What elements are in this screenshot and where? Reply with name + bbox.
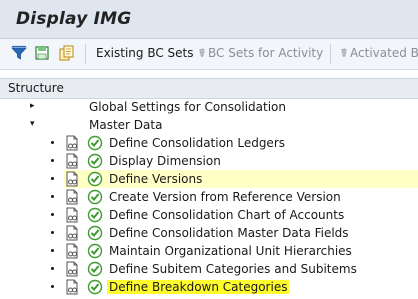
tree-activity-display-dimension[interactable]: Display Dimension	[0, 152, 418, 170]
execute-icon[interactable]	[87, 225, 103, 241]
tree-activity-org-unit-hierarchies[interactable]: Maintain Organizational Unit Hierarchies	[0, 242, 418, 260]
execute-icon[interactable]	[87, 207, 103, 223]
tree-activity-label: Define Consolidation Chart of Accounts	[109, 208, 345, 222]
title-bar: Display IMG	[0, 0, 418, 39]
execute-icon[interactable]	[87, 261, 103, 277]
structure-column-header: Structure	[0, 78, 418, 99]
tree-activity-label: Define Versions	[109, 172, 203, 186]
spacer	[0, 70, 418, 78]
existing-bc-sets-button[interactable]: Existing BC Sets	[96, 46, 194, 60]
filter-icon[interactable]	[11, 45, 27, 61]
documentation-icon[interactable]	[64, 279, 80, 295]
tree-activity-label: Maintain Organizational Unit Hierarchies	[109, 244, 352, 258]
tree-activity-create-version[interactable]: Create Version from Reference Version	[0, 188, 418, 206]
tree-bullet	[51, 159, 54, 162]
tree-bullet	[51, 231, 54, 234]
tree-activity-label: Display Dimension	[109, 154, 221, 168]
toolbar-separator	[330, 44, 331, 64]
structure-header-label: Structure	[8, 81, 64, 95]
tree-activity-chart-of-accounts[interactable]: Define Consolidation Chart of Accounts	[0, 206, 418, 224]
documentation-icon[interactable]	[64, 189, 80, 205]
documentation-icon[interactable]	[64, 261, 80, 277]
tree-bullet	[51, 177, 54, 180]
activated-bc-sets-label: Activated B	[350, 46, 418, 60]
bc-sets-for-activity-label: BC Sets for Activity	[208, 46, 324, 60]
save-variant-icon[interactable]	[34, 45, 50, 61]
execute-icon[interactable]	[87, 171, 103, 187]
tree-node-master-data[interactable]: ▾ Master Data	[0, 116, 418, 134]
activated-bc-sets-button[interactable]: ☤ Activated B	[340, 46, 418, 60]
toolbar-separator	[85, 44, 86, 64]
tree-bullet	[51, 195, 54, 198]
execute-icon[interactable]	[87, 243, 103, 259]
execute-icon[interactable]	[87, 189, 103, 205]
tree-bullet	[51, 285, 54, 288]
documentation-icon[interactable]	[64, 171, 80, 187]
tree-node-label: Master Data	[89, 118, 163, 132]
tree-activity-define-versions[interactable]: Define Versions	[0, 170, 418, 188]
execute-icon[interactable]	[87, 135, 103, 151]
tree-bullet	[51, 141, 54, 144]
execute-icon[interactable]	[87, 153, 103, 169]
application-toolbar: Existing BC Sets ☤ BC Sets for Activity ☤…	[0, 39, 418, 70]
tree-activity-master-data-fields[interactable]: Define Consolidation Master Data Fields	[0, 224, 418, 242]
expand-icon[interactable]: ▸	[30, 101, 35, 111]
existing-bc-sets-label: Existing BC Sets	[96, 46, 194, 60]
tree-activity-label: Define Consolidation Ledgers	[109, 136, 286, 150]
tree-bullet	[51, 213, 54, 216]
documentation-icon[interactable]	[64, 135, 80, 151]
tree-bullet	[51, 249, 54, 252]
bc-sets-for-activity-button[interactable]: ☤ BC Sets for Activity	[198, 46, 323, 60]
tree-bullet	[51, 267, 54, 270]
documentation-icon[interactable]	[64, 225, 80, 241]
tree-activity-label: Define Subitem Categories and Subitems	[109, 262, 357, 276]
tree-node-label: Global Settings for Consolidation	[89, 100, 286, 114]
documentation-icon[interactable]	[64, 243, 80, 259]
collapse-icon[interactable]: ▾	[30, 119, 35, 129]
bc-set-icon: ☤	[340, 46, 349, 60]
window-title: Display IMG	[16, 9, 132, 29]
tree-activity-label: Define Consolidation Master Data Fields	[109, 226, 349, 240]
tree-activity-subitem-categories[interactable]: Define Subitem Categories and Subitems	[0, 260, 418, 278]
tree-activity-label: Define Breakdown Categories	[107, 280, 290, 294]
documentation-icon[interactable]	[64, 207, 80, 223]
tree-node-global-settings[interactable]: ▸ Global Settings for Consolidation	[0, 98, 418, 116]
tree-activity-breakdown-categories[interactable]: Define Breakdown Categories	[0, 278, 418, 296]
documentation-icon[interactable]	[64, 153, 80, 169]
execute-icon[interactable]	[87, 279, 103, 295]
tree-activity-consolidation-ledgers[interactable]: Define Consolidation Ledgers	[0, 134, 418, 152]
tree-activity-label: Create Version from Reference Version	[109, 190, 341, 204]
img-tree: ▸ Global Settings for Consolidation ▾ Ma…	[0, 98, 418, 299]
copy-icon[interactable]	[58, 45, 74, 61]
bc-set-icon: ☤	[198, 46, 207, 60]
